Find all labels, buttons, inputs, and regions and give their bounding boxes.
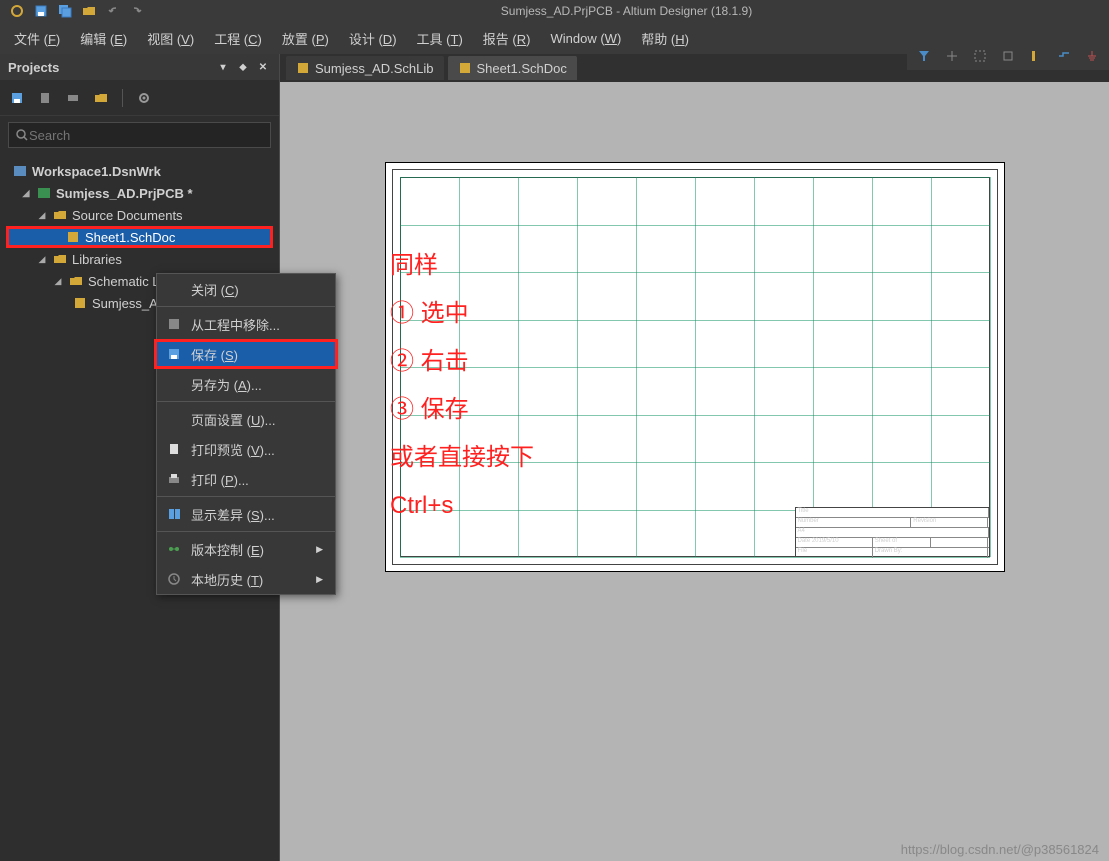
tab-schdoc[interactable]: Sheet1.SchDoc — [448, 56, 577, 80]
diff-icon — [165, 506, 183, 522]
search-input[interactable] — [29, 128, 264, 143]
blank-icon — [165, 411, 183, 427]
project-icon — [36, 186, 52, 200]
schematic-canvas[interactable]: Title NumberRevision A4 Date 2019/5/10Sh… — [280, 82, 1109, 861]
compile-icon[interactable] — [64, 89, 82, 107]
wire-icon[interactable] — [1053, 45, 1075, 67]
save-icon[interactable] — [8, 89, 26, 107]
folder-icon — [68, 274, 84, 288]
tree-libraries[interactable]: ◢ Libraries — [0, 248, 279, 270]
menu-design[interactable]: 设计 (D) — [339, 25, 407, 52]
cm-saveas[interactable]: 另存为 (A)... — [157, 369, 335, 399]
separator — [157, 531, 335, 532]
save-icon — [165, 346, 183, 362]
menu-view[interactable]: 视图 (V) — [137, 25, 204, 52]
expand-icon[interactable]: ◢ — [52, 276, 64, 287]
folder-icon[interactable] — [92, 89, 110, 107]
annotation-overlay: 同样 ① 选中 ② 右击 ③ 保存 或者直接按下 Ctrl+s — [390, 242, 534, 530]
schlib-icon — [72, 296, 88, 310]
cm-remove[interactable]: 从工程中移除... — [157, 309, 335, 339]
history-icon — [165, 571, 183, 587]
menu-help[interactable]: 帮助 (H) — [631, 25, 699, 52]
tree-workspace[interactable]: Workspace1.DsnWrk — [0, 160, 279, 182]
print-icon — [165, 471, 183, 487]
tree-project[interactable]: ◢ Sumjess_AD.PrjPCB * — [0, 182, 279, 204]
cross-icon[interactable] — [941, 45, 963, 67]
schdoc-icon — [65, 230, 81, 244]
panel-title: Projects — [8, 60, 59, 75]
panel-menu-icon[interactable]: ▾ — [215, 59, 231, 75]
menu-place[interactable]: 放置 (P) — [272, 25, 339, 52]
cm-save[interactable]: 保存 (S) — [154, 339, 338, 369]
titlebar: Sumjess_AD.PrjPCB - Altium Designer (18.… — [0, 0, 1109, 22]
tree-source-docs[interactable]: ◢ Source Documents — [0, 204, 279, 226]
watermark: https://blog.csdn.net/@p38561824 — [901, 842, 1099, 857]
menu-tools[interactable]: 工具 (T) — [407, 25, 473, 52]
cm-print[interactable]: 打印 (P)... — [157, 464, 335, 494]
tree-sheet-selected[interactable]: Sheet1.SchDoc — [6, 226, 273, 248]
version-icon — [165, 541, 183, 557]
remove-icon — [165, 316, 183, 332]
cm-close[interactable]: 关闭 (C) — [157, 274, 335, 304]
menu-window[interactable]: Window (W) — [540, 27, 631, 50]
separator — [157, 401, 335, 402]
separator — [157, 306, 335, 307]
cm-history[interactable]: 本地历史 (T) ▶ — [157, 564, 335, 594]
expand-icon[interactable]: ◢ — [36, 254, 48, 265]
app-icon — [8, 2, 26, 20]
save-icon[interactable] — [32, 2, 50, 20]
folder-icon — [52, 208, 68, 222]
menu-file[interactable]: 文件 (F) — [4, 25, 70, 52]
menu-report[interactable]: 报告 (R) — [473, 25, 541, 52]
expand-icon[interactable]: ◢ — [36, 210, 48, 221]
titleblock: Title NumberRevision A4 Date 2019/5/10Sh… — [795, 507, 990, 557]
folder-icon — [52, 252, 68, 266]
menu-edit[interactable]: 编辑 (E) — [70, 25, 137, 52]
window-title: Sumjess_AD.PrjPCB - Altium Designer (18.… — [501, 4, 752, 18]
select-icon[interactable] — [969, 45, 991, 67]
context-menu: 关闭 (C) 从工程中移除... 保存 (S) 另存为 (A)... 页面设置 … — [156, 273, 336, 595]
align-icon[interactable] — [1025, 45, 1047, 67]
move-icon[interactable] — [997, 45, 1019, 67]
right-toolbar — [907, 42, 1109, 70]
search-icon — [15, 128, 29, 142]
submenu-arrow-icon: ▶ — [316, 544, 323, 555]
filter-icon[interactable] — [913, 45, 935, 67]
doc-icon[interactable] — [36, 89, 54, 107]
cm-printpreview[interactable]: 打印预览 (V)... — [157, 434, 335, 464]
preview-icon — [165, 441, 183, 457]
cm-pagesetup[interactable]: 页面设置 (U)... — [157, 404, 335, 434]
main-area: Sumjess_AD.SchLib Sheet1.SchDoc Title — [280, 54, 1109, 861]
ground-icon[interactable] — [1081, 45, 1103, 67]
redo-icon[interactable] — [128, 2, 146, 20]
menu-project[interactable]: 工程 (C) — [204, 25, 272, 52]
blank-icon — [165, 376, 183, 392]
cm-showdiff[interactable]: 显示差异 (S)... — [157, 499, 335, 529]
separator — [157, 496, 335, 497]
undo-icon[interactable] — [104, 2, 122, 20]
submenu-arrow-icon: ▶ — [316, 574, 323, 585]
schdoc-icon — [458, 62, 472, 74]
cm-version[interactable]: 版本控制 (E) ▶ — [157, 534, 335, 564]
blank-icon — [165, 281, 183, 297]
panel-header: Projects ▾ ⬥ ✕ — [0, 54, 279, 80]
search-box[interactable] — [8, 122, 271, 148]
workspace-icon — [12, 164, 28, 178]
folder-open-icon[interactable] — [80, 2, 98, 20]
divider — [122, 89, 123, 107]
schlib-icon — [296, 62, 310, 74]
panel-pin-icon[interactable]: ⬥ — [235, 59, 251, 75]
panel-toolbar — [0, 80, 279, 116]
save-all-icon[interactable] — [56, 2, 74, 20]
panel-close-icon[interactable]: ✕ — [255, 59, 271, 75]
gear-icon[interactable] — [135, 89, 153, 107]
tab-schlib[interactable]: Sumjess_AD.SchLib — [286, 56, 444, 80]
expand-icon[interactable]: ◢ — [20, 188, 32, 199]
